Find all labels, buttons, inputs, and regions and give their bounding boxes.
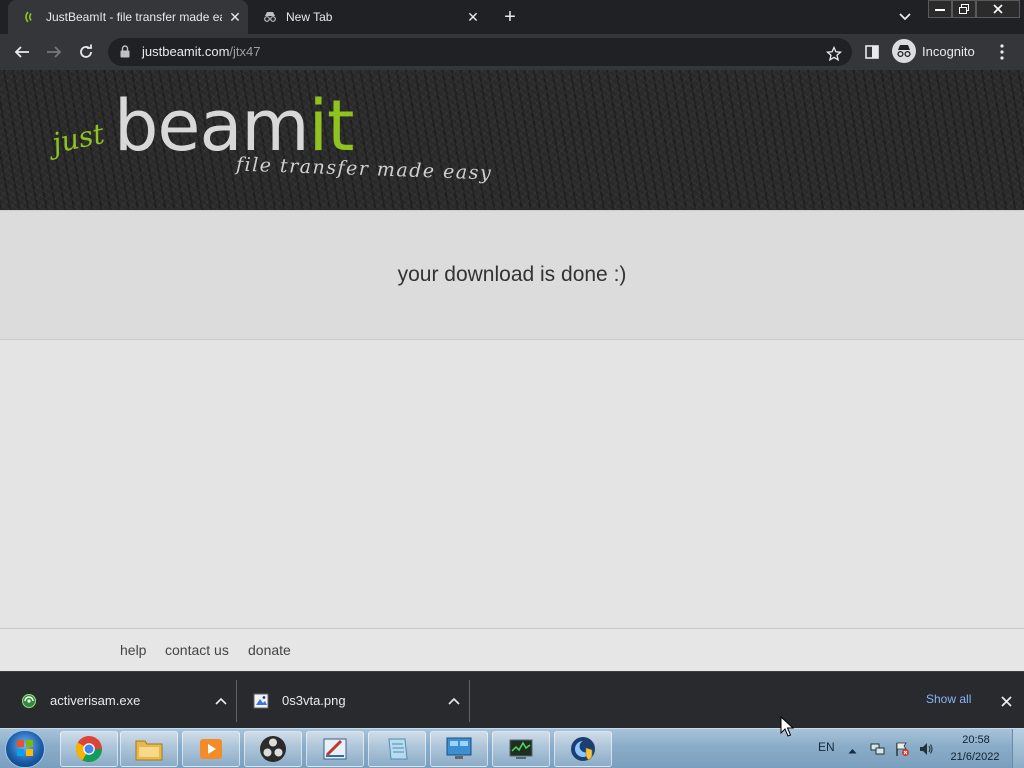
side-panel-icon[interactable] bbox=[860, 40, 884, 64]
control-panel-icon bbox=[446, 737, 472, 759]
window-close-button[interactable] bbox=[976, 0, 1020, 18]
web-page: just beamit file transfer made easy your… bbox=[0, 70, 1024, 671]
taskbar-file-explorer[interactable] bbox=[120, 731, 178, 767]
logo-beamit-text: beamit bbox=[114, 86, 354, 166]
logo-it: it bbox=[308, 85, 355, 167]
taskbar-paint[interactable] bbox=[306, 731, 364, 767]
tab-justbeamit[interactable]: JustBeamIt - file transfer made ea ✕ bbox=[8, 0, 248, 34]
notepad-icon bbox=[388, 738, 408, 760]
start-button[interactable] bbox=[5, 730, 45, 768]
url-host: justbeamit.com bbox=[142, 44, 230, 59]
show-hidden-icons-icon[interactable] bbox=[848, 741, 857, 759]
taskbar-notepad[interactable] bbox=[368, 731, 426, 767]
windows-taskbar: EN 20:58 21/6/2022 bbox=[0, 728, 1024, 768]
address-bar[interactable]: justbeamit.com/jtx47 bbox=[108, 38, 852, 66]
browser-menu-icon[interactable] bbox=[990, 40, 1014, 64]
incognito-icon bbox=[262, 9, 278, 25]
close-tab-icon[interactable]: ✕ bbox=[460, 4, 486, 30]
obs-icon bbox=[260, 736, 286, 762]
back-arrow-icon[interactable] bbox=[10, 40, 34, 64]
download-shelf: activerisam.exe 0s3vta.png Show all bbox=[0, 671, 1024, 728]
shelf-divider bbox=[236, 680, 237, 722]
taskbar-media-player[interactable] bbox=[182, 731, 240, 767]
download-status-message: your download is done :) bbox=[397, 263, 627, 286]
exe-file-icon bbox=[20, 692, 38, 710]
footer-link-donate[interactable]: donate bbox=[248, 642, 291, 658]
minimize-button[interactable] bbox=[928, 0, 952, 18]
download-item[interactable]: activerisam.exe bbox=[20, 672, 235, 729]
action-center-flag-icon[interactable] bbox=[894, 741, 910, 757]
site-footer: help contact us donate bbox=[0, 628, 1024, 671]
paint-icon bbox=[323, 738, 347, 760]
footer-link-help[interactable]: help bbox=[120, 642, 146, 658]
reload-icon[interactable] bbox=[74, 40, 98, 64]
tab-new-tab[interactable]: New Tab ✕ bbox=[250, 0, 486, 34]
close-shelf-icon[interactable] bbox=[996, 691, 1016, 711]
download-filename: activerisam.exe bbox=[50, 693, 141, 708]
network-icon[interactable] bbox=[870, 741, 886, 757]
security-shield-icon bbox=[571, 737, 595, 761]
close-tab-icon[interactable]: ✕ bbox=[222, 4, 248, 30]
incognito-label: Incognito bbox=[922, 43, 975, 59]
footer-link-contact[interactable]: contact us bbox=[165, 642, 229, 658]
chevron-up-icon[interactable] bbox=[444, 697, 464, 705]
forward-arrow-icon[interactable] bbox=[42, 40, 66, 64]
windows-logo-icon bbox=[17, 740, 33, 756]
download-filename: 0s3vta.png bbox=[282, 693, 346, 708]
download-item[interactable]: 0s3vta.png bbox=[252, 672, 468, 729]
lock-icon[interactable] bbox=[120, 45, 130, 63]
tab-search-chevron-icon[interactable] bbox=[894, 6, 916, 28]
tab-strip: JustBeamIt - file transfer made ea ✕ New… bbox=[0, 0, 1024, 34]
chevron-up-icon[interactable] bbox=[211, 697, 231, 705]
incognito-icon bbox=[892, 39, 916, 63]
restore-button[interactable] bbox=[952, 0, 976, 18]
url-path: /jtx47 bbox=[229, 44, 261, 59]
taskbar-chrome[interactable] bbox=[60, 731, 118, 767]
new-tab-button[interactable]: + bbox=[498, 5, 522, 29]
logo-tagline: file transfer made easy bbox=[235, 153, 493, 185]
clock-time[interactable]: 20:58 bbox=[950, 734, 1002, 746]
status-band: your download is done :) bbox=[0, 210, 1024, 340]
logo-just-text: just bbox=[49, 116, 108, 161]
browser-toolbar: justbeamit.com/jtx47 Incognito bbox=[0, 34, 1024, 70]
language-indicator[interactable]: EN bbox=[818, 740, 835, 754]
image-file-icon bbox=[252, 692, 270, 710]
site-header: just beamit file transfer made easy bbox=[0, 70, 1024, 210]
system-monitor-icon bbox=[509, 739, 533, 759]
taskbar-security-app[interactable] bbox=[554, 731, 612, 767]
volume-icon[interactable] bbox=[918, 741, 934, 757]
taskbar-system-monitor[interactable] bbox=[492, 731, 550, 767]
taskbar-control-panel[interactable] bbox=[430, 731, 488, 767]
shelf-divider bbox=[469, 680, 470, 722]
url-text: justbeamit.com/jtx47 bbox=[142, 44, 261, 59]
incognito-profile-button[interactable]: Incognito bbox=[892, 39, 975, 63]
clock-date[interactable]: 21/6/2022 bbox=[946, 751, 1004, 763]
mouse-cursor-icon bbox=[780, 716, 794, 737]
beam-signal-icon bbox=[22, 9, 38, 25]
chrome-icon bbox=[75, 736, 103, 763]
show-desktop-button[interactable] bbox=[1012, 729, 1024, 768]
folder-icon bbox=[135, 740, 163, 761]
bookmark-star-icon[interactable] bbox=[822, 42, 846, 66]
media-player-icon bbox=[200, 739, 222, 759]
tab-title: JustBeamIt - file transfer made ea bbox=[46, 10, 222, 24]
tab-title: New Tab bbox=[286, 10, 333, 24]
show-all-downloads-link[interactable]: Show all bbox=[926, 692, 971, 706]
taskbar-obs-studio[interactable] bbox=[244, 731, 302, 767]
